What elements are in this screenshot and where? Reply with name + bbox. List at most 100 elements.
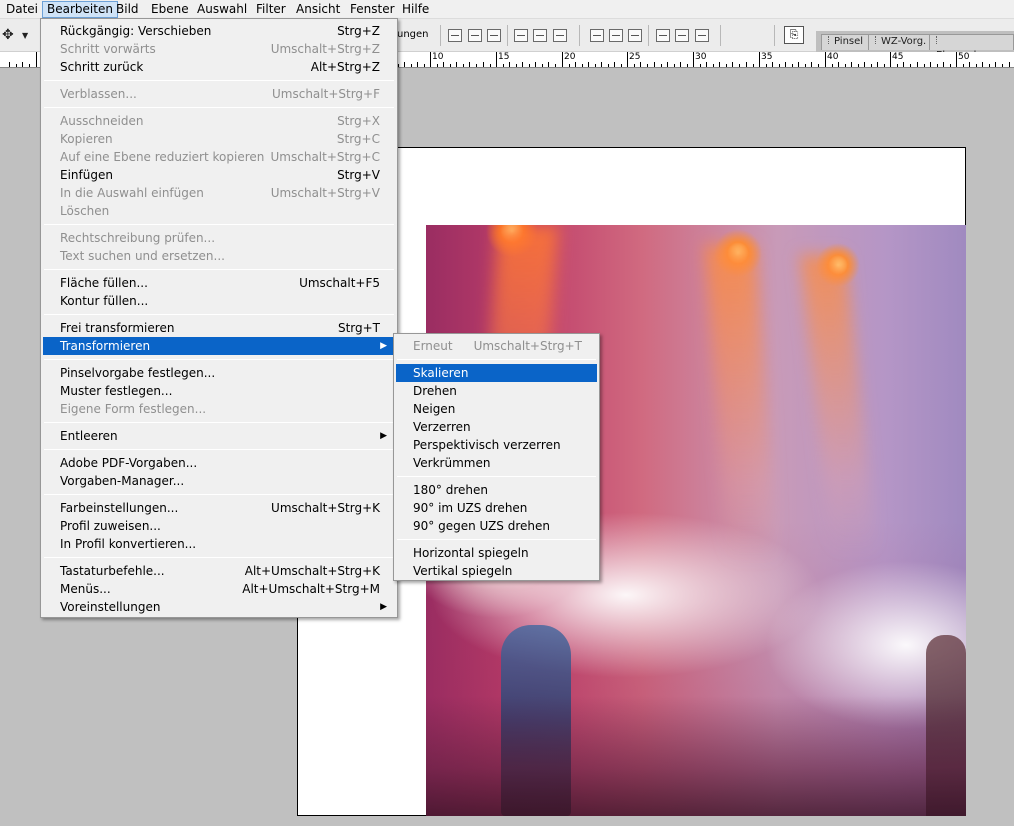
- grip-icon[interactable]: [936, 36, 939, 44]
- menu-separator: [44, 80, 394, 81]
- menu-item-label: Auf eine Ebene reduziert kopieren: [60, 150, 265, 164]
- edit-menu-item-einfuegen[interactable]: Einfügen Strg+V: [43, 166, 395, 184]
- ruler-tick: [582, 64, 583, 67]
- transform-menu-item-skalieren[interactable]: Skalieren: [396, 364, 597, 382]
- menu-item-shortcut: Umschalt+Strg+T: [473, 339, 582, 353]
- edit-menu-item-farbeinstellungen[interactable]: Farbeinstellungen... Umschalt+Strg+K: [43, 499, 395, 517]
- align-bottom-edges-icon[interactable]: [487, 29, 501, 42]
- ruler-tick: [772, 62, 773, 67]
- ruler-tick: [982, 62, 983, 67]
- distribute-right-edges-icon[interactable]: [695, 29, 709, 42]
- transform-menu-item-verzerren[interactable]: Verzerren: [396, 418, 597, 436]
- transform-menu-item-180-drehen[interactable]: 180° drehen: [396, 481, 597, 499]
- align-top-edges-icon[interactable]: [448, 29, 462, 42]
- ruler-tick: [864, 62, 865, 67]
- ruler-tick: [522, 62, 523, 67]
- transform-menu-item-vertikal-spiegeln[interactable]: Vertikal spiegeln: [396, 562, 597, 580]
- ruler-label: 25: [629, 52, 641, 62]
- edit-menu-item-rueckgaengig-verschieben[interactable]: Rückgängig: Verschieben Strg+Z: [43, 22, 395, 40]
- menu-hilfe[interactable]: Hilfe: [398, 1, 433, 18]
- edit-menu-item-frei-transformieren[interactable]: Frei transformieren Strg+T: [43, 319, 395, 337]
- chevron-down-icon[interactable]: ▼: [22, 31, 28, 40]
- menu-item-label: Verzerren: [413, 420, 471, 434]
- edit-menu-item-voreinstellungen[interactable]: Voreinstellungen ▶: [43, 598, 395, 616]
- ruler-tick: [529, 64, 530, 67]
- edit-menu-item-in-die-auswahl-einfuegen: In die Auswahl einfügen Umschalt+Strg+V: [43, 184, 395, 202]
- distribute-bottom-edges-icon[interactable]: [628, 29, 642, 42]
- ruler-tick: [36, 52, 37, 67]
- ruler-tick: [713, 64, 714, 67]
- panel-tab-pinsel[interactable]: Pinsel: [821, 34, 871, 50]
- menu-datei[interactable]: Datei: [2, 1, 42, 18]
- ruler-tick: [858, 64, 859, 67]
- panel-tab-wz-vorg[interactable]: WZ-Vorg.: [868, 34, 934, 50]
- menu-item-label: 90° im UZS drehen: [413, 501, 528, 515]
- menu-auswahl[interactable]: Auswahl: [193, 1, 251, 18]
- edit-menu-item-pinselvorgabe-festlegen[interactable]: Pinselvorgabe festlegen...: [43, 364, 395, 382]
- ruler-tick: [825, 52, 826, 67]
- transform-menu-item-90-im-uzs-drehen[interactable]: 90° im UZS drehen: [396, 499, 597, 517]
- menu-item-label: Schritt vorwärts: [60, 42, 156, 56]
- panel-tab-ebenenkomp[interactable]: Ebenenkomp.: [929, 34, 1014, 61]
- transform-menu-item-90-gegen-uzs-drehen[interactable]: 90° gegen UZS drehen: [396, 517, 597, 535]
- ruler-tick: [706, 62, 707, 67]
- menu-ebene[interactable]: Ebene: [147, 1, 193, 18]
- align-horizontal-centers-icon[interactable]: [533, 29, 547, 42]
- menu-item-label: Tastaturbefehle...: [60, 564, 165, 578]
- menu-item-label: Vorgaben-Manager...: [60, 474, 185, 488]
- transform-menu-item-neigen[interactable]: Neigen: [396, 400, 597, 418]
- menu-fenster[interactable]: Fenster: [346, 1, 399, 18]
- menu-item-label: Kontur füllen...: [60, 294, 149, 308]
- edit-menu-item-flaeche-fuellen[interactable]: Fläche füllen... Umschalt+F5: [43, 274, 395, 292]
- ruler-tick: [634, 64, 635, 67]
- distribute-top-edges-icon[interactable]: [590, 29, 604, 42]
- edit-menu-item-entleeren[interactable]: Entleeren ▶: [43, 427, 395, 445]
- ruler-tick: [766, 64, 767, 67]
- distribute-left-edges-icon[interactable]: [656, 29, 670, 42]
- ruler-tick: [654, 62, 655, 67]
- align-right-edges-icon[interactable]: [553, 29, 567, 42]
- menu-bearbeiten[interactable]: Bearbeiten: [42, 1, 118, 18]
- menu-item-shortcut: Umschalt+Strg+V: [270, 186, 380, 200]
- grip-icon[interactable]: [828, 36, 831, 44]
- transform-menu-item-verkruemmen[interactable]: Verkrümmen: [396, 454, 597, 472]
- edit-menu-item-muster-festlegen[interactable]: Muster festlegen...: [43, 382, 395, 400]
- distribute-vertical-centers-icon[interactable]: [609, 29, 623, 42]
- ruler-tick: [917, 62, 918, 67]
- edit-menu-item-schritt-zurueck[interactable]: Schritt zurück Alt+Strg+Z: [43, 58, 395, 76]
- ruler-tick: [437, 64, 438, 67]
- menu-filter[interactable]: Filter: [252, 1, 290, 18]
- align-left-edges-icon[interactable]: [514, 29, 528, 42]
- toolbar-divider: [579, 25, 580, 46]
- grip-icon[interactable]: [875, 36, 878, 44]
- edit-menu-item-kontur-fuellen[interactable]: Kontur füllen...: [43, 292, 395, 310]
- menu-bild[interactable]: Bild: [112, 1, 143, 18]
- menu-separator: [397, 539, 596, 540]
- menu-item-label: Löschen: [60, 204, 110, 218]
- toolbar-divider: [648, 25, 649, 46]
- edit-menu-item-menues[interactable]: Menüs... Alt+Umschalt+Strg+M: [43, 580, 395, 598]
- menu-ansicht[interactable]: Ansicht: [292, 1, 344, 18]
- edit-menu-item-profil-zuweisen[interactable]: Profil zuweisen...: [43, 517, 395, 535]
- menu-item-label: Skalieren: [413, 366, 469, 380]
- menu-item-shortcut: Alt+Strg+Z: [310, 60, 380, 74]
- menu-item-label: Profil zuweisen...: [60, 519, 161, 533]
- transform-menu-item-drehen[interactable]: Drehen: [396, 382, 597, 400]
- transform-menu-item-perspektivisch-verzerren[interactable]: Perspektivisch verzerren: [396, 436, 597, 454]
- edit-menu-item-in-profil-konvertieren[interactable]: In Profil konvertieren...: [43, 535, 395, 553]
- edit-menu-item-vorgaben-manager[interactable]: Vorgaben-Manager...: [43, 472, 395, 490]
- move-tool-icon[interactable]: ✥: [2, 27, 14, 43]
- distribute-horizontal-centers-icon[interactable]: [675, 29, 689, 42]
- ruler-tick: [700, 64, 701, 67]
- edit-menu-item-transformieren[interactable]: Transformieren ▶: [43, 337, 395, 355]
- align-vertical-centers-icon[interactable]: [468, 29, 482, 42]
- workspace-document-icon[interactable]: ⎘: [784, 26, 804, 44]
- ruler-label: 35: [761, 52, 773, 62]
- menu-item-label: Muster festlegen...: [60, 384, 173, 398]
- ruler-tick: [555, 64, 556, 67]
- edit-menu-item-tastaturbefehle[interactable]: Tastaturbefehle... Alt+Umschalt+Strg+K: [43, 562, 395, 580]
- ruler-tick: [687, 64, 688, 67]
- edit-menu-item-adobe-pdf-vorgaben[interactable]: Adobe PDF-Vorgaben...: [43, 454, 395, 472]
- transform-menu-item-horizontal-spiegeln[interactable]: Horizontal spiegeln: [396, 544, 597, 562]
- menu-item-label: Eigene Form festlegen...: [60, 402, 207, 416]
